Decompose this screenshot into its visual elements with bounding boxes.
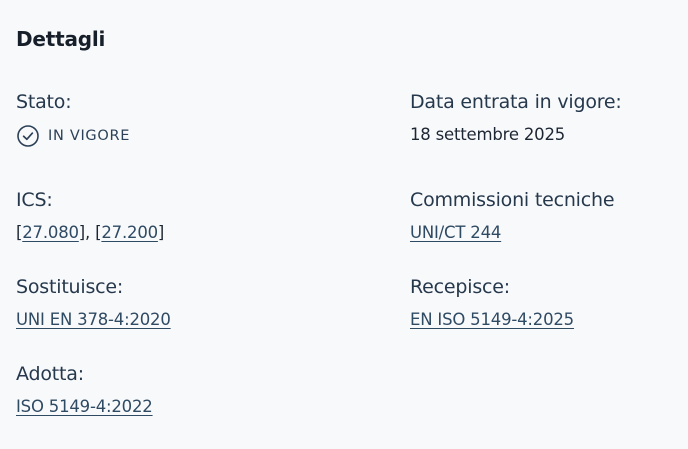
ics-field: ICS: [27.080], [27.200]: [16, 188, 164, 244]
technical-committees-field: Commissioni tecniche UNI/CT 244: [410, 188, 615, 244]
ics-label: ICS:: [16, 189, 53, 211]
ics-code-link[interactable]: 27.200: [101, 223, 158, 242]
technical-committees-label: Commissioni tecniche: [410, 189, 615, 211]
replaces-link[interactable]: UNI EN 378-4:2020: [16, 310, 171, 329]
transposes-label: Recepisce:: [410, 276, 510, 298]
adopts-label: Adotta:: [16, 363, 84, 385]
effective-date-label: Data entrata in vigore:: [410, 91, 622, 113]
details-panel: Dettagli Stato: IN VIGORE Data entrata i…: [0, 0, 688, 449]
check-circle-icon: [16, 124, 40, 148]
effective-date-value: 18 settembre 2025: [410, 125, 566, 144]
status-value: IN VIGORE: [48, 128, 131, 144]
adopts-field: Adotta: ISO 5149-4:2022: [16, 362, 153, 418]
section-title: Dettagli: [16, 27, 106, 51]
ics-code-link[interactable]: 27.080: [22, 223, 79, 242]
replaces-label: Sostituisce:: [16, 276, 124, 298]
transposes-link[interactable]: EN ISO 5149-4:2025: [410, 310, 574, 329]
ics-codes: [27.080], [27.200]: [16, 223, 165, 242]
status-label: Stato:: [16, 91, 72, 113]
transposes-field: Recepisce: EN ISO 5149-4:2025: [410, 275, 574, 331]
effective-date-field: Data entrata in vigore: 18 settembre 202…: [410, 90, 622, 146]
replaces-field: Sostituisce: UNI EN 378-4:2020: [16, 275, 171, 331]
status-field: Stato: IN VIGORE: [16, 90, 130, 148]
adopts-link[interactable]: ISO 5149-4:2022: [16, 397, 153, 416]
technical-committee-link[interactable]: UNI/CT 244: [410, 223, 501, 242]
status-badge: IN VIGORE: [16, 124, 130, 148]
